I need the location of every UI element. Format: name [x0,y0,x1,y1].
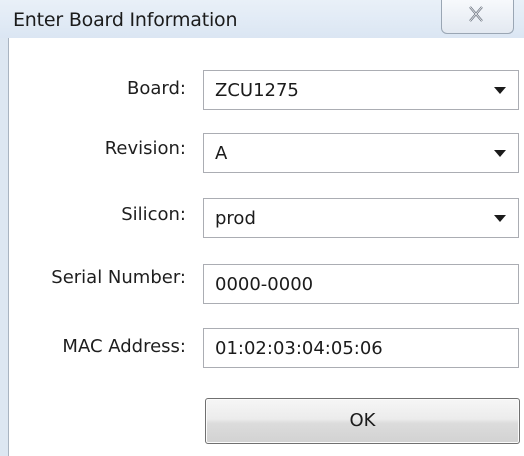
ok-button-label: OK [349,410,376,431]
close-button[interactable] [441,0,514,34]
chevron-down-icon [494,150,506,157]
revision-select-value: A [215,143,228,164]
ok-button[interactable]: OK [205,398,520,444]
board-select-value: ZCU1275 [215,80,299,101]
mac-address-field[interactable]: 01:02:03:04:05:06 [203,328,519,368]
silicon-select-value: prod [215,208,256,229]
board-label: Board: [127,78,186,99]
window-title: Enter Board Information [13,9,238,31]
serial-number-value: 0000-0000 [215,274,314,295]
silicon-label: Silicon: [121,204,186,225]
mac-address-value: 01:02:03:04:05:06 [215,338,383,359]
chevron-down-icon [494,87,506,94]
serial-number-label: Serial Number: [51,267,186,288]
chevron-down-icon [494,215,506,222]
title-bar: Enter Board Information [0,0,524,38]
mac-address-label: MAC Address: [62,336,186,357]
serial-number-field[interactable]: 0000-0000 [203,264,519,304]
dialog-window: Enter Board Information Board: ZCU1275 R… [0,0,524,456]
board-select[interactable]: ZCU1275 [203,70,519,110]
revision-select[interactable]: A [203,133,519,173]
close-icon [469,6,483,22]
revision-label: Revision: [104,138,186,159]
silicon-select[interactable]: prod [203,198,519,238]
